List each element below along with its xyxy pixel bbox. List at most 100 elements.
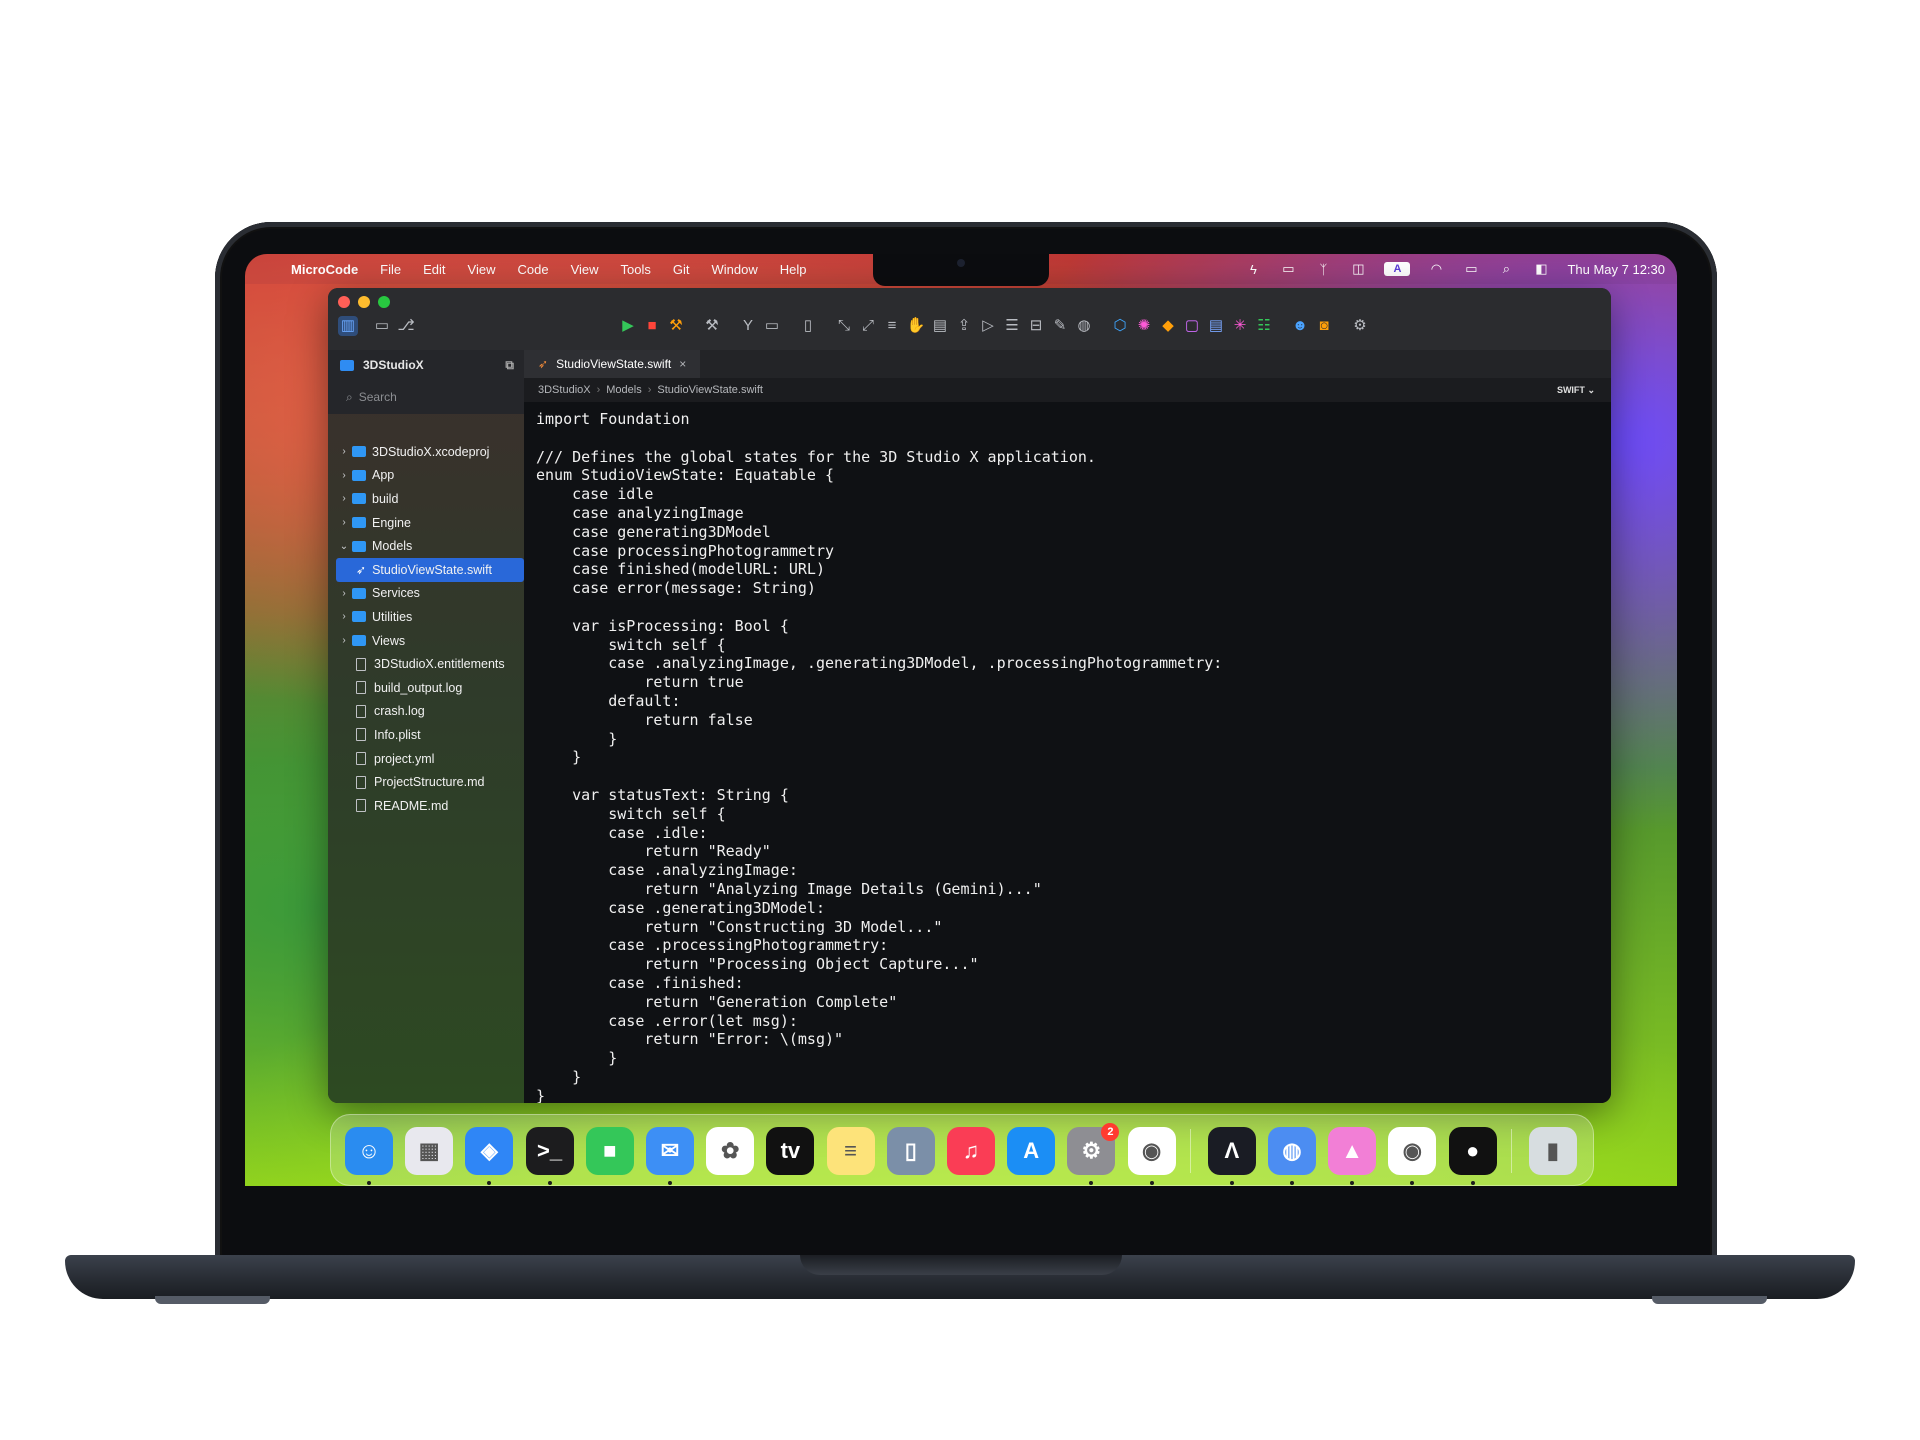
chevron-down-icon[interactable]: ⌄ [336, 541, 352, 552]
list-icon[interactable]: ☰ [1002, 316, 1022, 336]
terminal-icon[interactable]: ▭ [762, 316, 782, 336]
appstore-icon[interactable]: A [1007, 1127, 1056, 1175]
finder-icon[interactable]: ☺ [345, 1127, 393, 1175]
code-editor[interactable]: import Foundation /// Defines the global… [524, 402, 1611, 1103]
play-box-icon[interactable]: ▷ [978, 316, 998, 336]
facetime-icon[interactable]: ■ [585, 1127, 634, 1175]
tree-item-build[interactable]: › build [328, 487, 524, 511]
language-selector[interactable]: SWIFT ⌄ [1557, 385, 1595, 396]
search-input[interactable]: Search [359, 390, 397, 404]
globe-icon[interactable]: ◍ [1074, 316, 1094, 336]
sidebar-toggle-icon[interactable]: ▥ [338, 316, 358, 336]
menu-window[interactable]: Window [712, 262, 758, 277]
table-icon[interactable]: ▤ [1206, 316, 1226, 336]
breadcrumb-file[interactable]: StudioViewState.swift [657, 384, 763, 396]
tree-item-services[interactable]: › Services [328, 582, 524, 606]
breadcrumb-project[interactable]: 3DStudioX [538, 384, 591, 396]
tab-studioviewstate[interactable]: ➶ StudioViewState.swift × [524, 350, 700, 378]
branch-icon[interactable]: Y [738, 316, 758, 336]
tree-item-views[interactable]: › Views [328, 629, 524, 653]
tree-item-build-output-log[interactable]: build_output.log [328, 676, 524, 700]
chevron-right-icon[interactable]: › [336, 446, 352, 457]
breakpoint-icon[interactable]: ⤡ [834, 316, 854, 336]
chrome-icon[interactable]: ◉ [1127, 1127, 1176, 1175]
menu-help[interactable]: Help [780, 262, 807, 277]
zoom-window-button[interactable] [378, 296, 390, 308]
people-icon[interactable]: ☻ [1290, 316, 1310, 336]
terminal-icon[interactable]: >_ [525, 1127, 574, 1175]
hammer-icon[interactable]: ⚒ [702, 316, 722, 336]
menu-file[interactable]: File [380, 262, 401, 277]
box-icon[interactable]: ◆ [1158, 316, 1178, 336]
expand-icon[interactable]: ⤢ [858, 316, 878, 336]
network-icon[interactable]: ✳ [1230, 316, 1250, 336]
new-tab-icon[interactable]: ⧉ [505, 358, 514, 373]
menu-view[interactable]: View [468, 262, 496, 277]
settings-icon[interactable]: ⚙ 2 [1067, 1123, 1120, 1175]
battery-icon[interactable]: ▭ [1462, 261, 1480, 276]
tools-menu-icon[interactable]: ᛉ [1314, 262, 1332, 277]
close-window-button[interactable] [338, 296, 350, 308]
wifi-icon[interactable]: ◠ [1427, 261, 1445, 276]
figma-icon[interactable]: ● [1448, 1127, 1497, 1175]
menu-git[interactable]: Git [673, 262, 690, 277]
app-menu[interactable]: MicroCode [291, 262, 358, 277]
tree-item-utilities[interactable]: › Utilities [328, 605, 524, 629]
chevron-right-icon[interactable]: › [336, 470, 352, 481]
run-icon[interactable]: ▶ [618, 316, 638, 336]
creative-icon[interactable]: ▲ [1328, 1127, 1377, 1175]
simulator-icon[interactable]: ▯ [886, 1127, 935, 1175]
window-icon[interactable]: ▢ [1182, 316, 1202, 336]
tree-item-info-plist[interactable]: Info.plist [328, 723, 524, 747]
share-icon[interactable]: ⇪ [954, 316, 974, 336]
clock[interactable]: Thu May 7 12:30 [1567, 262, 1665, 277]
safari-icon[interactable]: ◈ [465, 1127, 514, 1175]
menu-view-2[interactable]: View [571, 262, 599, 277]
breadcrumb-folder[interactable]: Models [606, 384, 641, 396]
notes-icon[interactable]: ≡ [826, 1127, 875, 1175]
chat-icon[interactable]: ✺ [1134, 316, 1154, 336]
spotlight-search-icon[interactable]: ⌕ [1497, 261, 1515, 276]
chevron-right-icon[interactable]: › [336, 611, 352, 622]
source-control-icon[interactable]: ⎇ [396, 316, 416, 336]
inspector-icon[interactable]: ⊟ [1026, 316, 1046, 336]
chevron-right-icon[interactable]: › [336, 493, 352, 504]
tree-item-project-yml[interactable]: project.yml [328, 747, 524, 771]
mail-icon[interactable]: ✉ [646, 1127, 694, 1175]
tree-item-projectstructure-md[interactable]: ProjectStructure.md [328, 770, 524, 794]
lightning-icon[interactable]: ϟ [1244, 262, 1262, 277]
checklist-icon[interactable]: ☷ [1254, 316, 1274, 336]
stop-icon[interactable]: ■ [642, 316, 662, 336]
brush-icon[interactable]: ✎ [1050, 316, 1070, 336]
control-center-icon[interactable]: ◧ [1532, 261, 1550, 276]
menu-edit[interactable]: Edit [423, 262, 445, 277]
folder-icon[interactable]: ▭ [372, 316, 392, 336]
project-header[interactable]: 3DStudioX ⧉ [328, 350, 524, 380]
chevron-right-icon[interactable]: › [336, 588, 352, 599]
align-icon[interactable]: ≡ [882, 316, 902, 336]
minimize-window-button[interactable] [358, 296, 370, 308]
tree-item-readme-md[interactable]: README.md [328, 794, 524, 818]
photos-icon[interactable]: ✿ [706, 1127, 755, 1175]
tree-item-engine[interactable]: › Engine [328, 511, 524, 535]
tree-item-models[interactable]: ⌄ Models [328, 534, 524, 558]
menu-tools[interactable]: Tools [621, 262, 651, 277]
tree-item-app[interactable]: › App [328, 464, 524, 488]
build-icon[interactable]: ⚒ [666, 316, 686, 336]
menu-code[interactable]: Code [517, 262, 548, 277]
hand-icon[interactable]: ✋ [906, 316, 926, 336]
chevron-right-icon[interactable]: › [336, 517, 352, 528]
display-icon[interactable]: ▭ [1279, 261, 1297, 276]
tree-item-studioviewstate[interactable]: ➶ StudioViewState.swift [336, 557, 524, 582]
doc-icon[interactable]: ▤ [930, 316, 950, 336]
appletv-icon[interactable]: tv [766, 1127, 815, 1175]
chevron-right-icon[interactable]: › [336, 635, 352, 646]
chrome-icon-2[interactable]: ◉ [1388, 1127, 1437, 1175]
navigator-search[interactable]: ⌕ Search [328, 380, 524, 414]
db-icon[interactable]: ◍ [1268, 1127, 1316, 1175]
tree-item-xcodeproj[interactable]: › 3DStudioX.xcodeproj [328, 440, 524, 464]
cube-icon[interactable]: ⬡ [1110, 316, 1130, 336]
split-view-icon[interactable]: ◫ [1349, 261, 1367, 276]
tree-item-crash-log[interactable]: crash.log [328, 700, 524, 724]
keyboard-input-icon[interactable]: A [1384, 262, 1411, 276]
